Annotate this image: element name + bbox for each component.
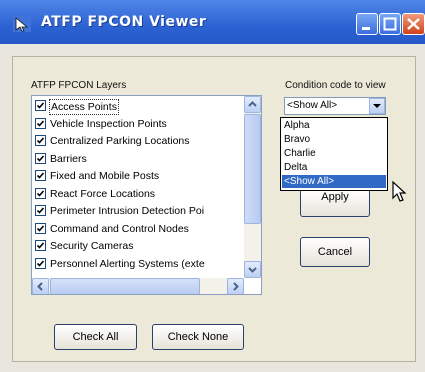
condition-dropdown-button[interactable]: [369, 98, 385, 114]
layer-label: Personnel Alerting Systems (exte: [50, 257, 205, 270]
window-title: ATFP FPCON Viewer: [41, 14, 207, 30]
layer-label: Access Points: [49, 99, 119, 115]
layer-checkbox[interactable]: [35, 170, 46, 181]
horizontal-scroll-thumb[interactable]: [50, 278, 200, 294]
condition-label: Condition code to view: [285, 80, 386, 91]
layer-label: Barriers: [50, 152, 87, 165]
apply-button[interactable]: Apply: [300, 189, 370, 217]
checkmark-icon: [36, 102, 45, 109]
layers-label: ATFP FPCON Layers: [31, 80, 127, 91]
checkmark-icon: [36, 137, 45, 144]
checkmark-icon: [36, 172, 45, 179]
condition-option[interactable]: <Show All>: [282, 175, 386, 188]
close-button[interactable]: [402, 13, 425, 35]
condition-select[interactable]: <Show All>: [284, 97, 386, 115]
checkmark-icon: [36, 242, 45, 249]
scroll-up-button[interactable]: [244, 96, 261, 113]
scroll-right-button[interactable]: [227, 278, 244, 294]
chevron-down-icon: [248, 267, 257, 273]
layer-checkbox[interactable]: [35, 222, 46, 234]
checkmark-icon: [36, 224, 45, 232]
vertical-scrollbar[interactable]: [244, 96, 261, 278]
condition-option[interactable]: Charlie: [282, 147, 386, 160]
checkmark-icon: [36, 207, 45, 214]
mouse-pointer-icon: [392, 181, 407, 202]
horizontal-scrollbar[interactable]: [32, 278, 244, 294]
condition-select-value: <Show All>: [287, 100, 338, 111]
minimize-button[interactable]: [356, 13, 378, 35]
layer-label: React Force Locations: [50, 187, 156, 200]
layer-checkbox[interactable]: [35, 240, 46, 251]
checkmark-icon: [36, 154, 45, 162]
layer-checkbox[interactable]: [35, 100, 46, 111]
chevron-down-icon: [373, 104, 381, 108]
maximize-icon: [383, 17, 397, 31]
layer-label: Command and Control Nodes: [50, 222, 189, 235]
layer-checkbox[interactable]: [35, 135, 46, 146]
vertical-scroll-thumb[interactable]: [244, 114, 261, 224]
cancel-button[interactable]: Cancel: [300, 237, 370, 267]
minimize-icon: [362, 27, 370, 30]
layers-listbox[interactable]: Access Points Vehicle Inspection Points Ce…: [31, 95, 262, 295]
title-bar[interactable]: ATFP FPCON Viewer: [0, 0, 425, 44]
condition-dropdown-list[interactable]: Alpha Bravo Charlie Delta <Show All>: [280, 117, 388, 191]
layer-checkbox[interactable]: [35, 257, 46, 269]
scroll-down-button[interactable]: [244, 261, 261, 278]
check-all-button[interactable]: Check All: [54, 324, 137, 350]
apply-button-label: Apply: [321, 191, 349, 203]
condition-option[interactable]: Delta: [282, 161, 386, 174]
layer-label: Security Cameras: [50, 240, 134, 252]
close-icon: [407, 18, 420, 30]
scroll-left-button[interactable]: [32, 278, 49, 294]
maximize-button[interactable]: [379, 13, 401, 35]
checkmark-icon: [36, 119, 45, 127]
layer-checkbox[interactable]: [35, 187, 46, 199]
condition-option[interactable]: Alpha: [282, 119, 386, 132]
layer-label: Fixed and Mobile Posts: [50, 170, 160, 182]
chevron-up-icon: [248, 101, 257, 107]
layer-label: Vehicle Inspection Points: [50, 117, 167, 130]
checkmark-icon: [36, 259, 45, 267]
check-none-button[interactable]: Check None: [152, 324, 244, 350]
app-icon: [13, 16, 31, 32]
layer-label: Centralized Parking Locations: [50, 135, 190, 147]
checkmark-icon: [36, 189, 45, 197]
chevron-right-icon: [233, 282, 239, 291]
layer-checkbox[interactable]: [35, 205, 46, 216]
app-window: ATFP FPCON Viewer ATFP FPCON Layers Acce…: [0, 0, 425, 372]
layer-checkbox[interactable]: [35, 152, 46, 164]
layer-label: Perimeter Intrusion Detection Poi: [50, 205, 205, 217]
chevron-left-icon: [37, 282, 43, 291]
condition-option[interactable]: Bravo: [282, 133, 386, 146]
layer-checkbox[interactable]: [35, 117, 46, 129]
